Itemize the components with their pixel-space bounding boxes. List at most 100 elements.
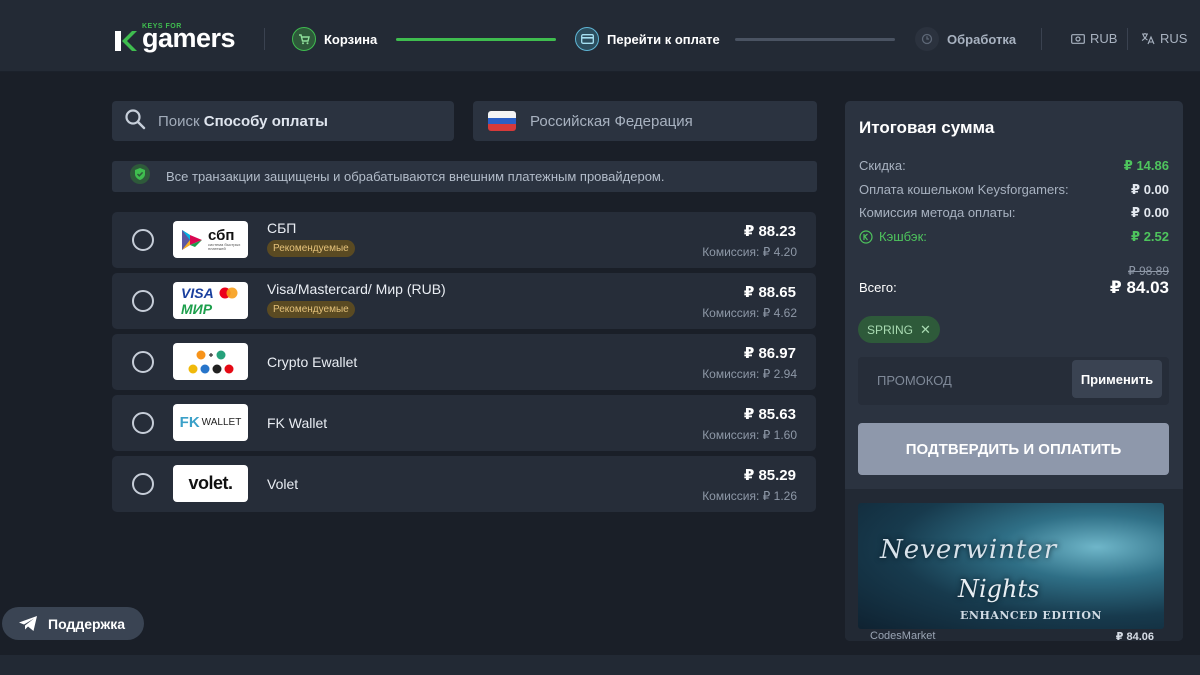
card-icon xyxy=(575,27,599,51)
visa-mir-logo: VISA МИР xyxy=(173,282,248,319)
language-label: RUS xyxy=(1160,31,1188,46)
translate-icon xyxy=(1141,32,1155,45)
game-card-footer: CodesMarket ₽ 84.06 xyxy=(858,629,1164,641)
payment-method-card[interactable]: VISA МИР Visa/Mastercard/ Мир (RUB) Реко… xyxy=(112,273,816,329)
payment-method-sbp[interactable]: сбп система быстрых платежей СБП Рекомен… xyxy=(112,212,816,268)
summary-row-label: Оплата кошельком Keysforgamers: xyxy=(859,182,1069,197)
confirm-pay-button[interactable]: ПОДТВЕРДИТЬ И ОПЛАТИТЬ xyxy=(858,423,1169,475)
recommended-badge: Рекомендуемые xyxy=(267,240,355,257)
game-price: ₽ 84.06 xyxy=(1115,631,1154,641)
summary-row-fee: Комиссия метода оплаты: ₽ 0.00 xyxy=(859,205,1169,223)
telegram-icon xyxy=(18,615,38,632)
step-cart[interactable]: Корзина xyxy=(292,27,377,51)
promo-code-input[interactable]: ПРОМОКОД xyxy=(877,373,952,388)
fk-wallet-logo: FK WALLET xyxy=(173,404,248,441)
russia-flag-icon xyxy=(488,111,516,131)
top-bar: gamers KEYS FOR Корзина Перейти к оплате… xyxy=(0,0,1200,72)
support-button[interactable]: Поддержка xyxy=(2,607,144,640)
volet-logo: volet. xyxy=(173,465,248,502)
radio-button[interactable] xyxy=(132,290,154,312)
payment-method-name: Visa/Mastercard/ Мир (RUB) xyxy=(267,281,446,297)
step-payment-label: Перейти к оплате xyxy=(607,31,720,47)
cart-icon xyxy=(292,27,316,51)
search-placeholder: Поиск Способу оплаты xyxy=(158,112,328,130)
volet-logo-text: volet. xyxy=(188,473,233,493)
payment-method-price: ₽ 88.65 xyxy=(743,284,796,301)
support-label: Поддержка xyxy=(48,615,126,632)
page-footer-band xyxy=(0,655,1200,675)
mir-logo-text: МИР xyxy=(181,301,213,317)
payment-method-crypto[interactable]: Crypto Ewallet ₽ 86.97 Комиссия: ₽ 2.94 xyxy=(112,334,816,390)
money-icon xyxy=(1071,33,1085,44)
country-name: Российская Федерация xyxy=(530,112,693,130)
summary-row-label: Скидка: xyxy=(859,158,906,173)
payment-method-fee: Комиссия: ₽ 2.94 xyxy=(702,367,797,381)
cashback-label: Кэшбэк: xyxy=(859,229,1169,244)
summary-row-label: Кэшбэк: xyxy=(879,229,927,244)
language-selector[interactable]: RUS xyxy=(1141,31,1187,46)
fk-logo-mark: FK xyxy=(179,414,200,431)
payment-method-price: ₽ 88.23 xyxy=(743,223,796,240)
logo-k-icon xyxy=(112,28,138,54)
payment-method-name: Volet xyxy=(267,476,299,492)
summary-row-value: ₽ 14.86 xyxy=(1123,158,1169,173)
payment-method-name: Crypto Ewallet xyxy=(267,354,358,370)
radio-button[interactable] xyxy=(132,229,154,251)
logo-tagline: KEYS FOR xyxy=(142,23,182,30)
summary-row-value: ₽ 0.00 xyxy=(1131,205,1169,220)
promo-code-field: ПРОМОКОД Применить xyxy=(858,357,1169,405)
mastercard-icon xyxy=(219,287,239,299)
payment-method-fk-wallet[interactable]: FK WALLET FK Wallet ₽ 85.63 Комиссия: ₽ … xyxy=(112,395,816,451)
game-title-line-1: Neverwinter xyxy=(880,535,1058,565)
summary-row-wallet: Оплата кошельком Keysforgamers: ₽ 0.00 xyxy=(859,182,1169,200)
search-icon xyxy=(124,108,146,135)
payment-method-name: FK Wallet xyxy=(267,415,328,431)
payment-method-fee: Комиссия: ₽ 1.26 xyxy=(702,489,797,503)
payment-method-name: СБП xyxy=(267,220,297,236)
step-progress-line-1 xyxy=(396,38,556,41)
coupon-code: SPRING xyxy=(867,322,914,337)
country-selector[interactable]: Российская Федерация xyxy=(473,101,817,141)
game-title-line-2: Nights xyxy=(958,575,1040,603)
summary-row-value: ₽ 0.00 xyxy=(1131,182,1169,197)
payment-method-price: ₽ 86.97 xyxy=(743,345,796,362)
old-price: ₽ 98.89 xyxy=(1128,264,1169,278)
game-title-line-3: ENHANCED EDITION xyxy=(960,609,1102,622)
header-divider xyxy=(1127,28,1128,50)
security-notice: Все транзакции защищены и обрабатываются… xyxy=(112,161,817,192)
game-cover-image[interactable]: Neverwinter Nights ENHANCED EDITION xyxy=(858,503,1164,629)
payment-method-fee: Комиссия: ₽ 4.62 xyxy=(702,306,797,320)
step-cart-label: Корзина xyxy=(324,31,378,47)
currency-selector[interactable]: RUB xyxy=(1071,31,1117,46)
payment-method-fee: Комиссия: ₽ 4.20 xyxy=(702,245,797,259)
radio-button[interactable] xyxy=(132,473,154,495)
sbp-logo-text: сбп xyxy=(208,227,235,244)
radio-button[interactable] xyxy=(132,351,154,373)
payment-method-volet[interactable]: volet. Volet ₽ 85.29 Комиссия: ₽ 1.26 xyxy=(112,456,816,512)
step-payment[interactable]: Перейти к оплате xyxy=(575,27,720,51)
step-processing[interactable]: Обработка xyxy=(915,27,1016,51)
apply-promo-button[interactable]: Применить xyxy=(1072,360,1162,398)
radio-button[interactable] xyxy=(132,412,154,434)
header-divider xyxy=(1041,28,1042,50)
summary-row-cashback: Кэшбэк: ₽ 2.52 xyxy=(859,229,1169,247)
visa-logo-text: VISA xyxy=(181,284,214,301)
order-summary: Итоговая сумма Скидка: ₽ 14.86 Оплата ко… xyxy=(845,101,1183,641)
close-icon[interactable]: ✕ xyxy=(920,322,931,338)
payment-method-price: ₽ 85.63 xyxy=(743,406,796,423)
total-label: Всего: xyxy=(859,280,897,295)
seller-name: CodesMarket xyxy=(870,630,936,641)
recommended-badge: Рекомендуемые xyxy=(267,301,355,318)
payment-method-fee: Комиссия: ₽ 1.60 xyxy=(702,428,797,442)
payment-method-search[interactable]: Поиск Способу оплаты xyxy=(112,101,454,141)
header-divider xyxy=(264,28,265,50)
total-price: ₽ 84.03 xyxy=(1109,278,1169,297)
crypto-logo xyxy=(173,343,248,380)
security-notice-text: Все транзакции защищены и обрабатываются… xyxy=(166,169,665,184)
summary-row-label: Комиссия метода оплаты: xyxy=(859,205,1016,220)
fk-logo-text: WALLET xyxy=(201,417,242,428)
summary-title: Итоговая сумма xyxy=(859,118,995,137)
summary-row-value: ₽ 2.52 xyxy=(1131,229,1169,244)
step-progress-line-2 xyxy=(735,38,895,41)
applied-coupon-chip[interactable]: SPRING ✕ xyxy=(858,316,940,343)
